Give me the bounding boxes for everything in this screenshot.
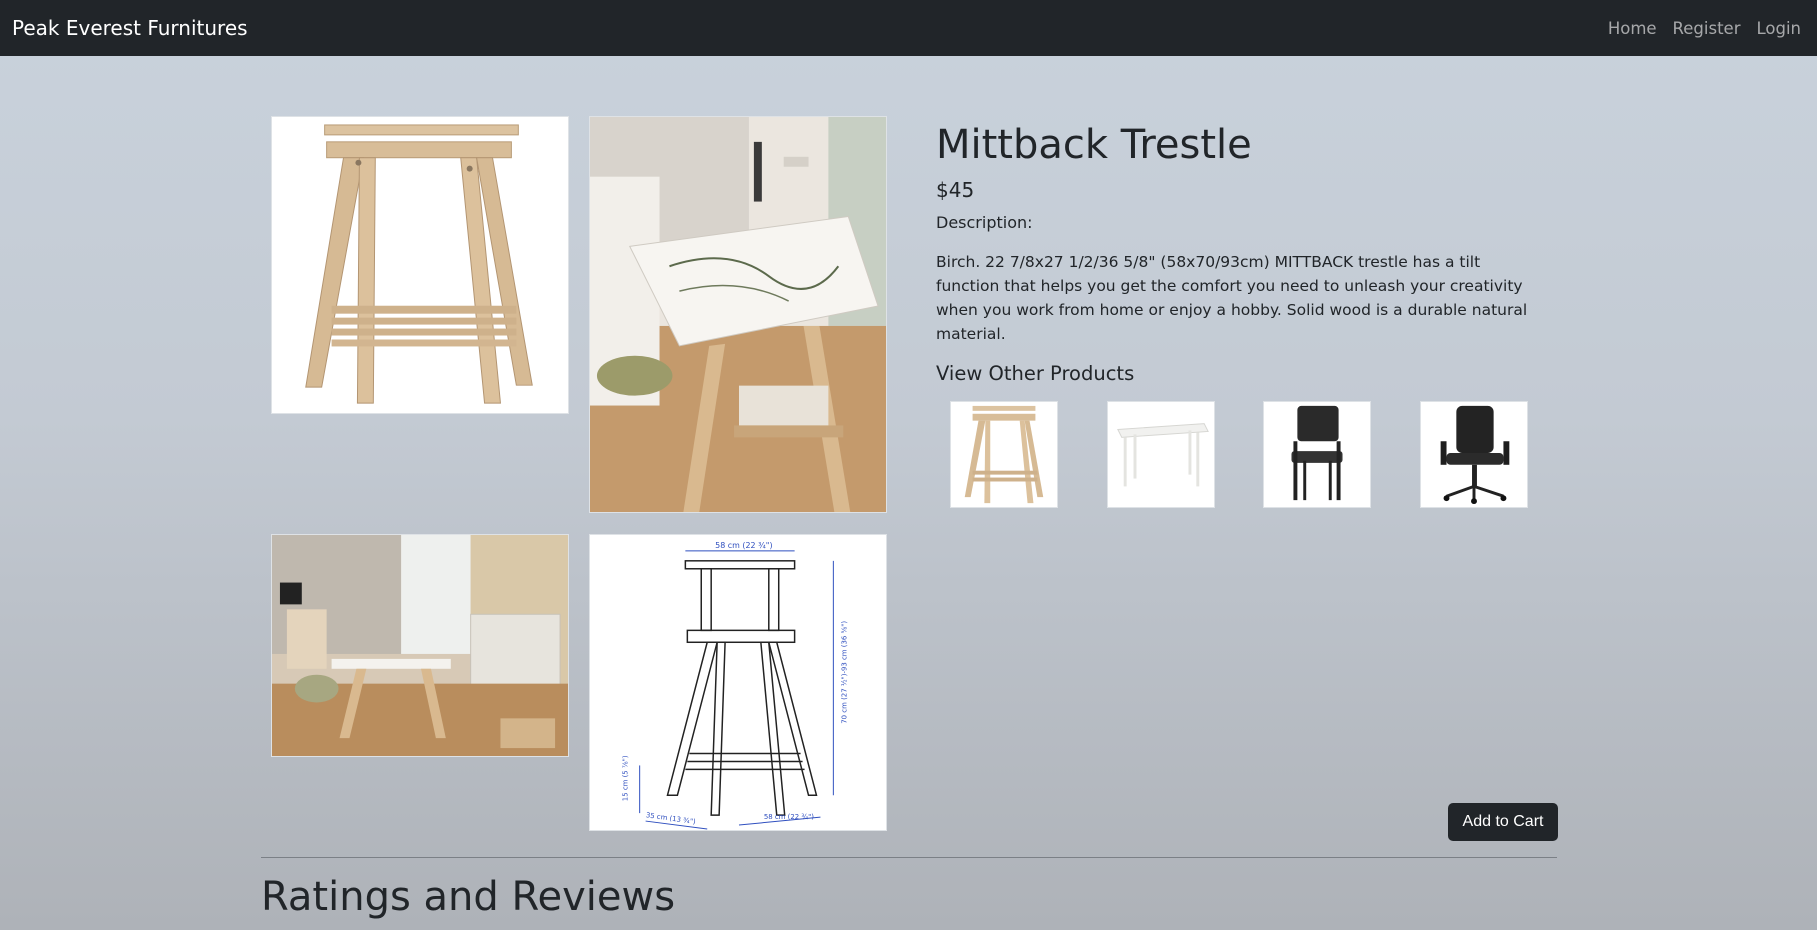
product-title: Mittback Trestle <box>936 122 1252 168</box>
description-label: Description: <box>936 213 1033 232</box>
nav-links: Home Register Login <box>1600 19 1805 38</box>
other-product-white-desk[interactable] <box>1107 401 1215 508</box>
add-to-cart-button[interactable]: Add to Cart <box>1448 803 1558 841</box>
dimension-label-width: 58 cm (22 ¾") <box>715 541 772 550</box>
product-description: Birch. 22 7/8x27 1/2/36 5/8" (58x70/93cm… <box>936 253 1528 343</box>
nav-login-link[interactable]: Login <box>1748 19 1805 38</box>
other-products-heading: View Other Products <box>936 362 1135 385</box>
desk-scene-illustration <box>590 117 886 512</box>
dimensions-illustration: 58 cm (22 ¾") 70 cm (27 ½")-93 cm (36 ⅝"… <box>622 541 848 830</box>
other-product-black-chair[interactable] <box>1263 401 1371 508</box>
trestle-dimensions-diagram[interactable]: 58 cm (22 ¾") 70 cm (27 ½")-93 cm (36 ⅝"… <box>589 534 887 831</box>
trestle-product-image[interactable] <box>271 116 569 414</box>
navbar: Peak Everest Furnitures Home Register Lo… <box>0 0 1817 56</box>
dimension-label-height: 70 cm (27 ½")-93 cm (36 ⅝") <box>840 621 848 724</box>
brand-link[interactable]: Peak Everest Furnitures <box>12 16 248 40</box>
trestle-thumb-icon <box>964 405 1044 504</box>
nav-home-link[interactable]: Home <box>1600 19 1665 38</box>
dimension-label-base: 58 cm (22 ¾") <box>764 813 814 821</box>
section-divider <box>261 857 1557 858</box>
dimension-label-shelf: 15 cm (5 ⅞") <box>622 755 630 801</box>
desk-thumb-icon <box>1117 423 1209 487</box>
ratings-reviews-heading: Ratings and Reviews <box>261 874 676 920</box>
product-price: $45 <box>936 178 975 202</box>
trestle-illustration <box>305 124 533 404</box>
other-product-office-chair[interactable] <box>1420 401 1528 508</box>
workspace-room-image[interactable] <box>271 534 569 757</box>
chair-thumb-icon <box>1291 405 1343 501</box>
room-illustration <box>272 535 568 756</box>
other-product-trestle[interactable] <box>950 401 1058 508</box>
office-chair-thumb-icon <box>1440 405 1510 505</box>
trestle-desk-lifestyle-image[interactable] <box>589 116 887 513</box>
nav-register-link[interactable]: Register <box>1665 19 1749 38</box>
